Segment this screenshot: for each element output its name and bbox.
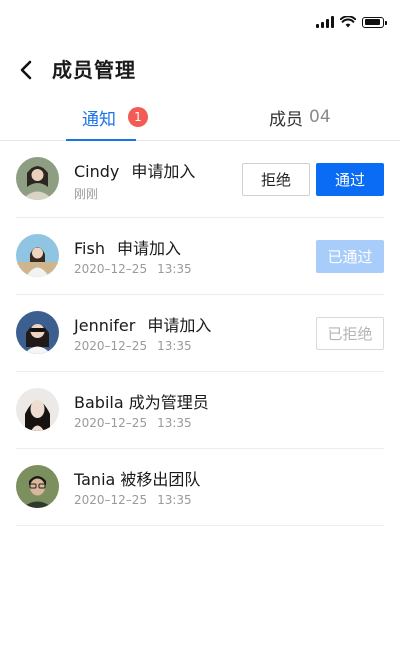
member-name-line: Babila 成为管理员	[74, 389, 209, 413]
reject-button[interactable]: 拒绝	[242, 163, 310, 196]
avatar	[16, 234, 59, 277]
date-text: 刚刚	[74, 187, 99, 201]
date-text: 2020–12–25	[74, 262, 148, 276]
wifi-icon	[340, 16, 356, 28]
avatar	[16, 465, 59, 508]
timestamp: 2020–12–25 13:35	[74, 493, 192, 507]
list-item: Tania 被移出团队 2020–12–25 13:35	[16, 449, 384, 526]
cellular-signal-icon	[316, 16, 334, 28]
date-text: 2020–12–25	[74, 339, 148, 353]
date-text: 2020–12–25	[74, 416, 148, 430]
members-count: 04	[309, 107, 331, 127]
date-text: 2020–12–25	[74, 493, 148, 507]
page-title: 成员管理	[52, 58, 136, 82]
notification-badge: 1	[128, 107, 148, 127]
avatar	[16, 311, 59, 354]
tab-notifications[interactable]: 通知 1	[82, 94, 148, 140]
tab-bar: 通知 1 成员 04	[0, 94, 400, 141]
list-item: Fish 申请加入 2020–12–25 13:35 已通过	[16, 218, 384, 295]
member-name-line: Tania 被移出团队	[74, 466, 200, 490]
tab-members[interactable]: 成员 04	[269, 94, 331, 140]
member-name: Jennifer	[74, 316, 136, 335]
time-text: 13:35	[157, 262, 192, 276]
member-name: Fish	[74, 239, 105, 258]
list-item: Cindy 申请加入 刚刚 拒绝 通过	[16, 141, 384, 218]
member-name: Cindy	[74, 162, 120, 181]
chevron-left-icon	[20, 60, 32, 80]
time-text: 13:35	[157, 493, 192, 507]
notification-action: 申请加入	[131, 162, 196, 181]
member-name-line: Fish 申请加入	[74, 235, 181, 259]
list-item: Jennifer 申请加入 2020–12–25 13:35 已拒绝	[16, 295, 384, 372]
avatar	[16, 157, 59, 200]
avatar	[16, 388, 59, 431]
member-name: Babila	[74, 393, 124, 412]
notification-action: 申请加入	[147, 316, 212, 335]
battery-icon	[362, 16, 387, 28]
back-button[interactable]	[14, 58, 38, 82]
approve-button[interactable]: 通过	[316, 163, 384, 196]
timestamp: 2020–12–25 13:35	[74, 339, 192, 353]
member-name-line: Cindy 申请加入	[74, 158, 195, 182]
status-bar	[0, 0, 400, 46]
timestamp: 2020–12–25 13:35	[74, 416, 192, 430]
tab-notifications-label: 通知	[82, 109, 116, 130]
notification-action: 成为管理员	[128, 393, 209, 412]
tab-members-label: 成员	[269, 109, 303, 130]
timestamp: 刚刚	[74, 185, 98, 202]
status-icons	[316, 16, 387, 28]
notification-action: 被移出团队	[120, 470, 201, 489]
time-text: 13:35	[157, 339, 192, 353]
member-name-line: Jennifer 申请加入	[74, 312, 211, 336]
list-item: Babila 成为管理员 2020–12–25 13:35	[16, 372, 384, 449]
timestamp: 2020–12–25 13:35	[74, 262, 192, 276]
notification-list: Cindy 申请加入 刚刚 拒绝 通过 Fish 申请加入 2020–12–25 13…	[0, 141, 400, 526]
nav-bar: 成员管理	[0, 46, 400, 94]
approved-status-badge: 已通过	[316, 240, 384, 273]
member-name: Tania	[74, 470, 116, 489]
rejected-status-badge: 已拒绝	[316, 317, 384, 350]
time-text: 13:35	[157, 416, 192, 430]
notification-action: 申请加入	[116, 239, 181, 258]
